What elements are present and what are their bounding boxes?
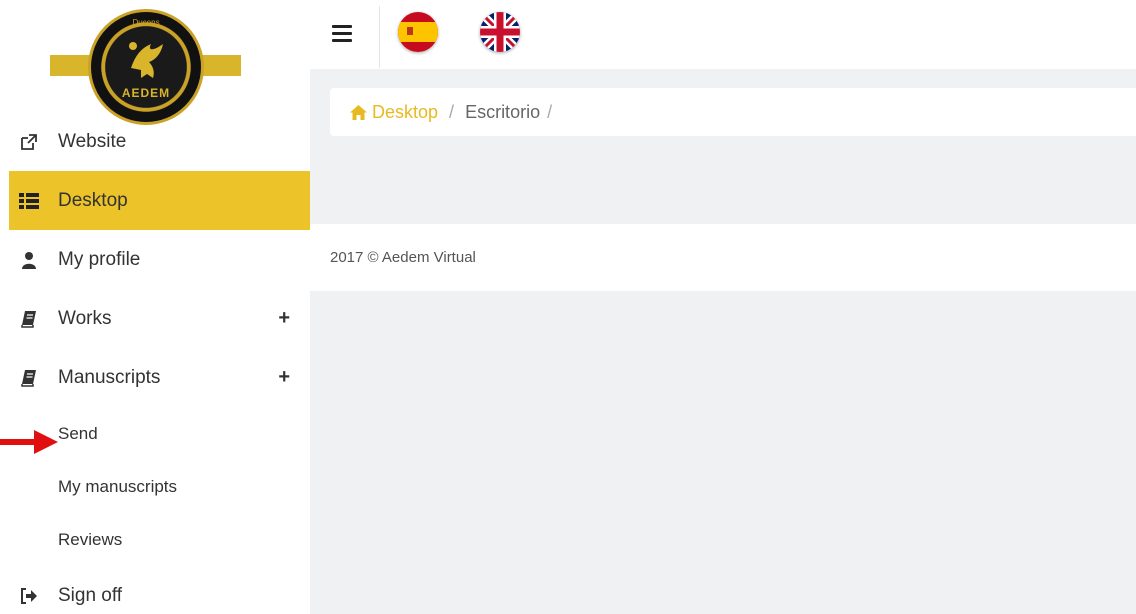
annotation-arrow-icon <box>0 430 58 454</box>
sign-out-icon <box>19 586 39 606</box>
footer: 2017 © Aedem Virtual <box>310 224 1136 291</box>
logo-emblem: Ducens AEDEM <box>88 9 204 125</box>
sidebar-item-website[interactable]: Website <box>9 112 310 171</box>
sidebar-item-desktop[interactable]: Desktop <box>9 171 310 230</box>
sidebar: Ducens AEDEM Website Desktop My profile … <box>0 0 310 614</box>
breadcrumb-current: Escritorio <box>465 101 541 122</box>
external-link-icon <box>19 132 39 152</box>
sidebar-item-label: Manuscripts <box>58 366 161 388</box>
sidebar-subitem-label: Reviews <box>58 529 123 549</box>
breadcrumb-separator: / <box>449 101 455 122</box>
home-icon <box>350 104 367 120</box>
breadcrumb-separator: / <box>547 101 553 122</box>
main-content: Desktop / Escritorio / 2017 © Aedem Virt… <box>310 69 1136 614</box>
list-icon <box>19 191 39 211</box>
uk-flag-icon[interactable] <box>480 12 520 52</box>
logo[interactable]: Ducens AEDEM <box>0 0 310 128</box>
breadcrumb-home-link[interactable]: Desktop <box>350 102 438 123</box>
user-icon <box>19 250 39 270</box>
hamburger-menu-icon[interactable] <box>332 25 352 46</box>
sidebar-item-my-profile[interactable]: My profile <box>9 230 310 289</box>
breadcrumb: Desktop / Escritorio / <box>330 88 1136 136</box>
sidebar-subitem-label: My manuscripts <box>58 476 178 496</box>
logo-top-text: Ducens <box>132 18 160 27</box>
expand-icon[interactable]: + <box>278 307 290 330</box>
sidebar-subitem-reviews[interactable]: Reviews <box>9 513 310 566</box>
sidebar-item-label: Desktop <box>58 189 128 211</box>
sidebar-menu: Website Desktop My profile Works + Manus… <box>9 112 310 614</box>
sidebar-subitem-label: Send <box>58 423 98 443</box>
book-icon <box>19 309 39 329</box>
sidebar-subitem-my-manuscripts[interactable]: My manuscripts <box>9 460 310 513</box>
top-bar <box>310 0 1136 69</box>
logo-text: AEDEM <box>121 86 171 100</box>
spain-flag-icon[interactable] <box>398 12 438 52</box>
sidebar-item-label: Works <box>58 307 112 329</box>
divider <box>379 6 380 68</box>
sidebar-item-manuscripts[interactable]: Manuscripts + <box>9 348 310 407</box>
winged-lion-icon <box>129 42 163 78</box>
sidebar-item-label: Sign off <box>58 584 123 606</box>
sidebar-item-sign-off[interactable]: Sign off <box>9 566 310 614</box>
book-icon <box>19 368 39 388</box>
sidebar-item-works[interactable]: Works + <box>9 289 310 348</box>
expand-icon[interactable]: + <box>278 366 290 389</box>
sidebar-item-label: My profile <box>58 248 141 270</box>
sidebar-item-label: Website <box>58 130 127 152</box>
footer-text: 2017 © Aedem Virtual <box>330 249 476 266</box>
breadcrumb-home-label: Desktop <box>372 101 439 122</box>
